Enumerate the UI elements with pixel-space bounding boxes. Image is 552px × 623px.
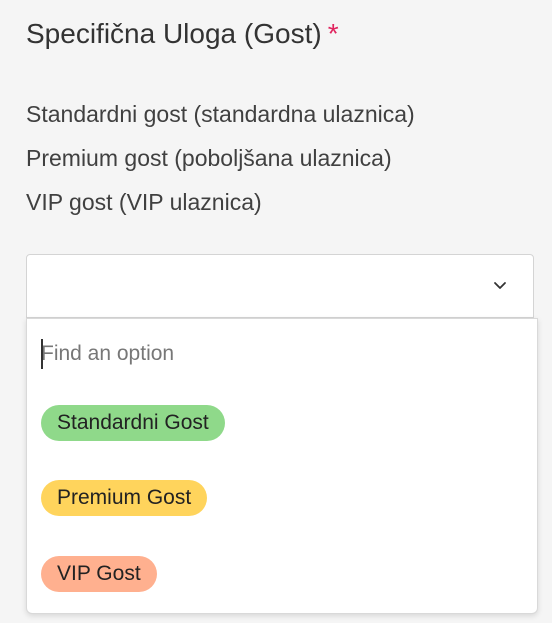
help-line-vip: VIP gost (VIP ulaznica) xyxy=(26,189,262,215)
help-line-standard: Standardni gost (standardna ulaznica) xyxy=(26,101,415,127)
chevron-down-icon[interactable] xyxy=(491,277,509,295)
required-asterisk: * xyxy=(327,18,339,49)
option-premium-gost[interactable]: Premium Gost xyxy=(41,480,208,516)
field-label-text: Specifična Uloga (Gost) xyxy=(26,18,322,49)
help-line-premium: Premium gost (poboljšana ulaznica) xyxy=(26,145,392,171)
option-vip-gost[interactable]: VIP Gost xyxy=(41,556,157,592)
role-select[interactable] xyxy=(26,254,534,318)
field-label: Specifična Uloga (Gost) * xyxy=(26,18,339,50)
find-option-input[interactable] xyxy=(41,337,511,371)
option-standardni-gost[interactable]: Standardni Gost xyxy=(41,405,225,441)
options-dropdown: Standardni Gost Premium Gost VIP Gost xyxy=(26,318,538,614)
text-cursor xyxy=(41,339,43,369)
field-help-text: Standardni gost (standardna ulaznica) Pr… xyxy=(26,92,415,224)
